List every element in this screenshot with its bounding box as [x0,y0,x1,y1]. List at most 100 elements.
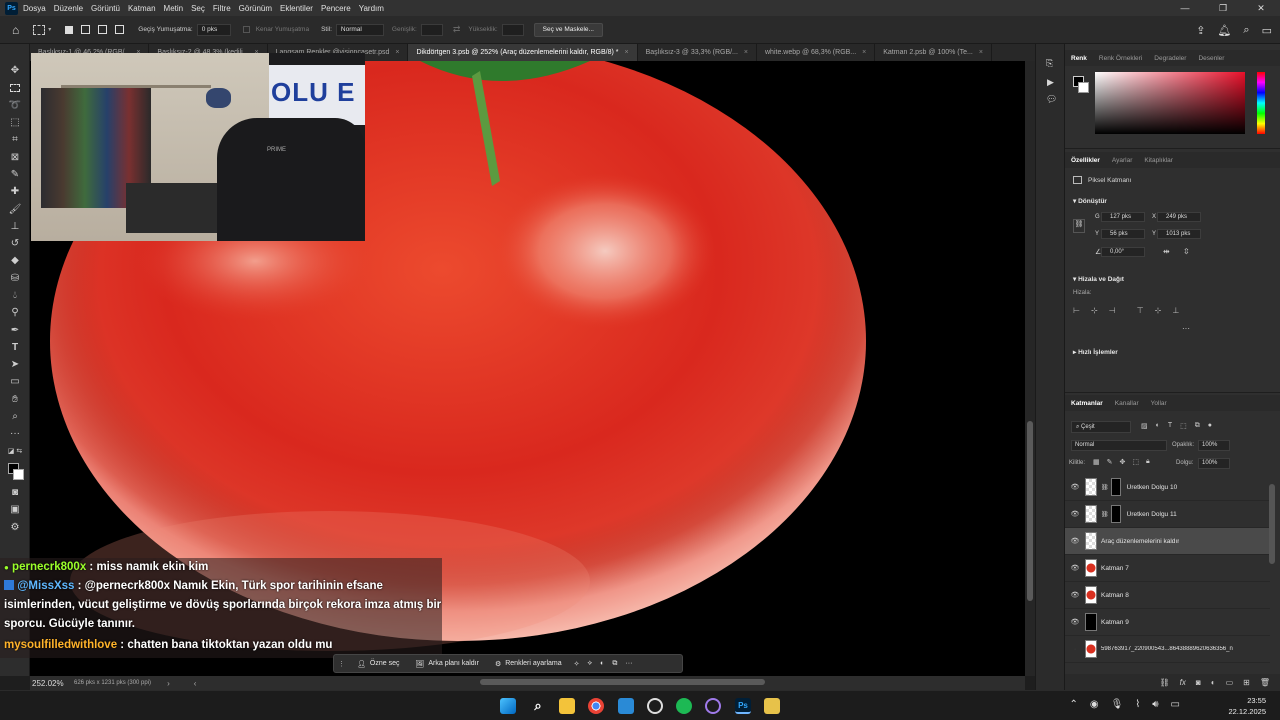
align-top-icon[interactable]: ⊤ [1137,306,1144,315]
chain-link-icon[interactable]: ⛓ [1101,484,1109,491]
subtract-selection-icon[interactable] [98,25,108,34]
microphone-icon[interactable]: 🎙︎ [1111,699,1124,710]
chevron-right-icon[interactable]: › [167,679,170,688]
menu-help[interactable]: Yardım [359,4,384,13]
layer-mask-thumbnail[interactable] [1110,478,1121,496]
spot-healing-tool-icon[interactable]: ✚ [0,183,30,200]
menu-edit[interactable]: Düzenle [54,4,83,13]
spotify-icon[interactable] [676,698,692,714]
filter-shape-icon[interactable]: ⬚ [1180,422,1187,430]
menu-filter[interactable]: Filtre [213,4,231,13]
align-right-icon[interactable]: ⊣ [1109,306,1116,315]
layer-style-icon[interactable]: fx [1180,678,1186,687]
layer-name[interactable]: Katman 8 [1101,592,1129,599]
filter-adjustment-icon[interactable]: ◐ [1156,422,1160,430]
menu-type[interactable]: Metin [164,4,184,13]
close-button[interactable]: ✕ [1242,0,1280,16]
swap-icon[interactable]: ⇄ [453,24,461,35]
align-bottom-icon[interactable]: ⊥ [1172,306,1179,315]
chevron-down-icon[interactable]: ▾ [48,26,51,33]
photoshop-taskbar-icon[interactable]: Ps [735,698,751,714]
clock[interactable]: 23:55 22.12.2025 [1228,695,1266,717]
paint-bucket-tool-icon[interactable]: ⛁ [0,270,30,287]
start-icon[interactable] [500,698,516,714]
x-field[interactable]: 249 pks [1157,212,1201,222]
comments-icon[interactable]: 💬︎ [1046,94,1064,105]
eraser-tool-icon[interactable]: ◆ [0,252,30,269]
visibility-eye-icon[interactable]: 👁︎ [1065,591,1085,599]
color-field[interactable] [1095,72,1245,134]
discord-icon[interactable] [705,698,721,714]
notification-bell-icon[interactable]: 🔔︎ [1217,24,1231,37]
frame-tool-icon[interactable]: ⊠ [0,148,30,165]
link-layers-icon[interactable]: ⛓ [1160,678,1170,687]
height-input[interactable] [501,23,524,36]
tab-swatches[interactable]: Renk Örnekleri [1093,55,1148,62]
tab-color[interactable]: Renk [1065,55,1093,62]
type-tool-icon[interactable]: T [0,339,30,356]
image-viewer-icon[interactable] [764,698,780,714]
width-field[interactable]: 127 pks [1101,212,1145,222]
new-layer-icon[interactable]: ⊞ [1243,678,1250,687]
new-group-icon[interactable]: ▭ [1226,678,1234,687]
filter-type-icon[interactable]: T [1168,422,1172,430]
visibility-eye-icon[interactable]: 👁︎ [1065,618,1085,626]
style-select[interactable]: Normal [335,23,384,36]
tab-paths[interactable]: Yollar [1145,400,1173,407]
layer-filter-select[interactable]: ⌕ Çeşit [1071,421,1131,433]
color-swatches-icon[interactable] [0,460,30,484]
layer-row[interactable]: 👁︎ Katman 9 [1065,609,1270,636]
link-icon[interactable]: ⛓ [1073,219,1085,233]
visibility-eye-icon[interactable]: 👁︎ [1065,564,1085,572]
add-mask-icon[interactable]: ◙ [1196,678,1201,687]
rectangular-marquee-tool-icon[interactable] [0,79,30,96]
menu-plugins[interactable]: Eklentiler [280,4,313,13]
discord-tray-icon[interactable]: ◉ [1090,699,1099,710]
quick-mask-icon[interactable]: ◙ [0,484,30,501]
lock-all-icon[interactable]: 🔒︎ [1146,458,1150,466]
width-input[interactable] [420,23,443,36]
tab-properties[interactable]: Özellikler [1065,157,1106,164]
remove-background-button[interactable]: 🖼︎ Arka planı kaldır [407,660,486,668]
delete-layer-icon[interactable]: 🗑︎ [1260,678,1270,687]
tab-gradients[interactable]: Degradeler [1148,55,1192,62]
pen-path-icon[interactable]: ⟡ [588,660,593,668]
layer-name[interactable]: Katman 9 [1101,619,1129,626]
vertical-scroll-thumb[interactable] [1027,421,1033,601]
layer-name[interactable]: Araç düzenlemelerini kaldır [1101,538,1179,545]
crop-tool-icon[interactable]: ⌗ [0,131,30,148]
new-selection-icon[interactable] [65,25,74,34]
blend-mode-select[interactable]: Normal [1071,440,1167,451]
visibility-eye-icon[interactable]: 👁︎ [1065,510,1085,518]
zoom-tool-icon[interactable]: ⌕ [0,408,30,425]
layer-row-selected[interactable]: 👁︎ Araç düzenlemelerini kaldır [1065,528,1270,555]
volume-icon[interactable]: 🔊︎ [1152,699,1158,710]
search-icon[interactable]: ⌕ [1243,24,1249,37]
opacity-field[interactable]: 100% [1198,440,1230,451]
layer-name[interactable]: Üretken Dolgu 11 [1127,511,1177,518]
layer-name[interactable]: 598763917_220900543...8643888962063635​6… [1101,646,1233,652]
flip-vertical-icon[interactable]: ⇳ [1183,247,1190,256]
align-center-v-icon[interactable]: ⊹ [1155,306,1162,315]
lasso-tool-icon[interactable]: ➰ [0,97,30,114]
filter-smart-icon[interactable]: ⧉ [1195,422,1200,430]
network-icon[interactable]: ⌇ [1135,699,1140,710]
new-adjustment-icon[interactable]: ◐ [1211,678,1216,687]
layer-row[interactable]: 👁︎ Katman 7 [1065,555,1270,582]
transform-icon[interactable]: ✧ [574,660,580,668]
layer-name[interactable]: Katman 7 [1101,565,1129,572]
menu-file[interactable]: Dosya [23,4,46,13]
align-section[interactable]: ▾ Hizala ve Dağıt [1073,275,1124,283]
battery-icon[interactable]: ▭ [1171,699,1180,710]
share-icon[interactable]: ⇪ [1196,24,1205,37]
doc-tab[interactable]: Başlıksız-3 @ 33,3% (RGB/... × [638,44,757,61]
quick-actions-section[interactable]: ▸ Hızlı İşlemler [1073,348,1118,356]
eyedropper-tool-icon[interactable]: ✎ [0,166,30,183]
horizontal-scroll-thumb[interactable] [480,679,765,685]
default-colors-icon[interactable]: ◪ ⇆ [0,443,30,460]
layers-scrollbar[interactable] [1269,484,1275,564]
zoom-level[interactable]: 252.02% [30,679,70,688]
layer-name[interactable]: Üretken Dolgu 10 [1127,484,1178,491]
lock-artboard-icon[interactable]: ⬚ [1132,458,1139,466]
feather-input[interactable]: 0 pks [196,23,231,36]
